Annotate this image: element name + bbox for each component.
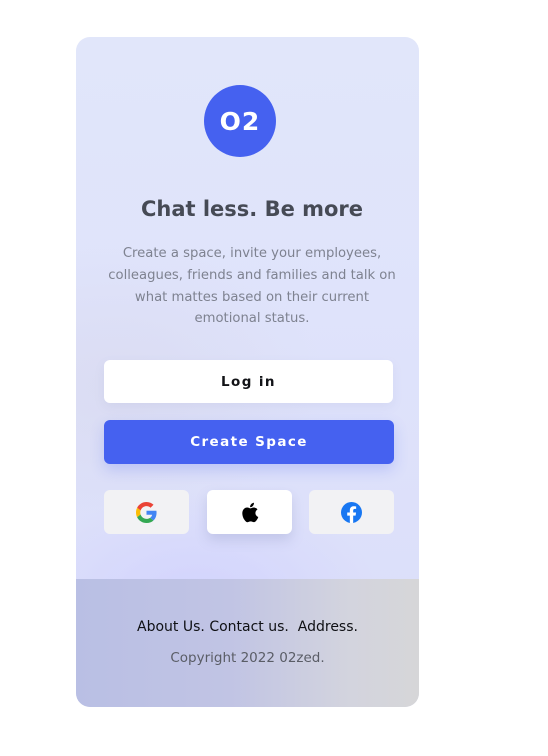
apple-icon [242,502,259,522]
copyright-text: Copyright 2022 02zed. [170,650,325,666]
address-link[interactable]: Address. [298,619,358,635]
login-button[interactable]: Log in [104,360,393,403]
apple-signin-button[interactable] [207,490,292,534]
footer-links: About Us. Contact us. Address. [76,619,419,635]
brand-logo: O2 [204,85,276,157]
page-title: Chat less. Be more [140,197,364,221]
about-link[interactable]: About Us. [137,619,205,635]
create-space-button[interactable]: Create Space [104,420,394,464]
footer: About Us. Contact us. Address. Copyright… [76,579,419,707]
contact-link[interactable]: Contact us. [209,619,289,635]
google-icon [136,501,157,523]
google-signin-button[interactable] [104,490,189,534]
facebook-icon [341,501,362,523]
page-description: Create a space, invite your employees, c… [108,246,396,327]
signup-card: O2 Chat less. Be more Create a space, in… [76,37,419,707]
facebook-signin-button[interactable] [309,490,394,534]
